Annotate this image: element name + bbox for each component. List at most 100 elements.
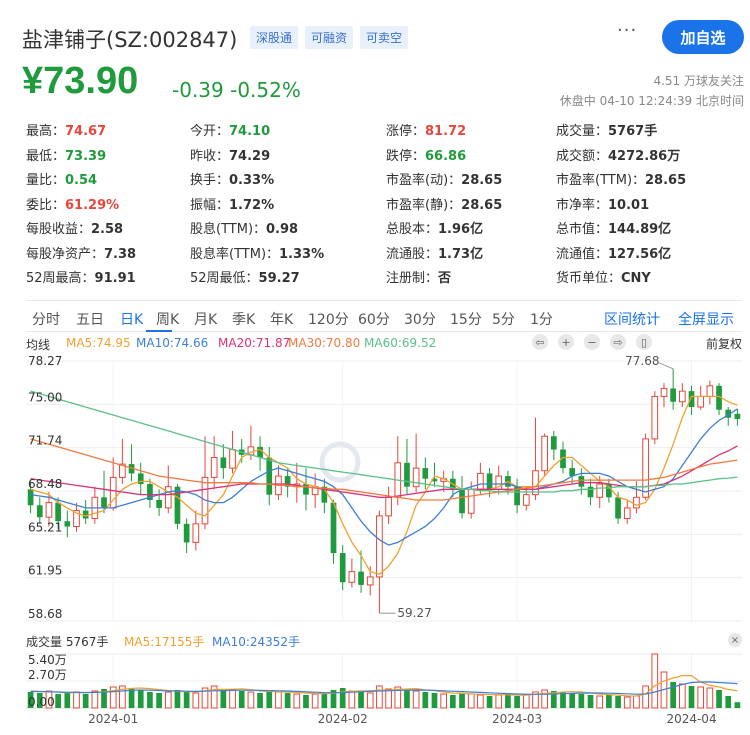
candle-body [358, 571, 364, 585]
volume-bar [303, 695, 309, 708]
volume-bar [220, 689, 227, 708]
y-tick-label: 65.21 [28, 520, 62, 534]
candle-body [348, 571, 356, 583]
y-tick-label: 71.74 [28, 434, 62, 448]
volume-tick-label: 0.00 [28, 695, 55, 709]
candle-body [532, 470, 539, 496]
volume-bar [156, 693, 162, 708]
volume-bar [688, 686, 695, 708]
candle-body [229, 449, 236, 469]
candle-body [688, 391, 695, 408]
candle-body [477, 472, 484, 490]
candle-body [706, 385, 714, 397]
close-volume-icon[interactable]: × [728, 633, 742, 647]
volume-bar [569, 693, 576, 708]
volume-bar [412, 690, 420, 709]
volume-bar [275, 691, 282, 709]
candle-body [101, 497, 107, 508]
volume-bar [339, 688, 346, 708]
candle-body [303, 484, 309, 495]
candle-body [587, 486, 594, 498]
candle-body [660, 387, 668, 397]
volume-bar [477, 694, 484, 709]
volume-bar [642, 685, 649, 709]
volume-legend-title: 成交量 5767手 [26, 635, 109, 649]
volume-bar [376, 685, 383, 709]
volume-bar [147, 692, 153, 708]
candle-body [550, 436, 557, 450]
volume-bar [137, 690, 144, 708]
candle-body [27, 489, 34, 506]
volume-bar [495, 694, 503, 709]
volume-bar [266, 691, 273, 708]
volume-bar [560, 692, 566, 708]
candle-body [541, 435, 548, 472]
x-tick-label: 2024-02 [318, 712, 368, 726]
volume-bar [348, 690, 356, 709]
kline-chart[interactable]: 77.68 59.27 78.27 75.00 71.74 68.48 65.21 61.95… [0, 0, 750, 735]
volume-bar [358, 692, 364, 708]
candle-body [174, 486, 181, 524]
volume-bar [615, 696, 621, 708]
volume-bar [734, 702, 741, 708]
candle-body [156, 499, 162, 508]
volume-bar [385, 688, 392, 709]
volume-bar [229, 689, 236, 709]
ma-line [30, 408, 738, 546]
candle-body [385, 496, 392, 517]
candle-body [164, 486, 172, 509]
candle-body [109, 476, 117, 509]
volume-bar [505, 694, 511, 708]
candle-body [82, 510, 89, 519]
candle-body [623, 507, 631, 520]
volume-bar [64, 693, 71, 708]
candle-body [697, 395, 705, 408]
candle-body [55, 502, 61, 522]
candle-body [422, 468, 429, 479]
ma-line [30, 395, 738, 576]
volume-bar [257, 693, 263, 708]
x-tick-label: 2024-01 [88, 712, 138, 726]
candle-body [642, 438, 649, 498]
watermark-logo [319, 441, 361, 483]
candle-body [615, 497, 621, 519]
volume-bar [366, 692, 374, 709]
candle-body [339, 553, 346, 583]
candle-body [266, 457, 273, 495]
volume-bar [633, 695, 640, 709]
candle-body [412, 467, 420, 488]
volume-bar [459, 693, 465, 708]
volume-bar [514, 696, 520, 708]
y-tick-label: 75.00 [28, 390, 62, 404]
volume-bar [192, 692, 200, 709]
annotation-line [658, 362, 674, 370]
y-tick-label: 68.48 [28, 477, 62, 491]
volume-bar [82, 694, 89, 708]
candle-body [670, 388, 676, 402]
candle-body [220, 457, 227, 469]
volume-bar [238, 691, 245, 708]
volume-bar [578, 694, 585, 708]
volume-bar [73, 691, 80, 709]
volume-bar [311, 693, 319, 709]
volume-bar [587, 695, 594, 708]
volume-bar [706, 687, 714, 709]
candle-body [651, 395, 659, 440]
candle-body [376, 515, 383, 578]
volume-bar [440, 693, 448, 709]
candle-body [596, 483, 604, 498]
volume-bar [450, 695, 456, 708]
volume-bar [293, 693, 301, 709]
candle-body [578, 476, 585, 487]
volume-bar [91, 690, 99, 709]
volume-bar [606, 695, 612, 708]
ma-line [30, 390, 738, 493]
volume-bar [164, 691, 172, 709]
volume-bar [321, 693, 328, 708]
volume-ma5-line [30, 674, 738, 697]
volume-bar [522, 694, 530, 709]
candle-body [36, 505, 43, 518]
volume-bar [55, 694, 61, 708]
volume-bar [678, 683, 686, 709]
volume-bar [486, 696, 493, 708]
